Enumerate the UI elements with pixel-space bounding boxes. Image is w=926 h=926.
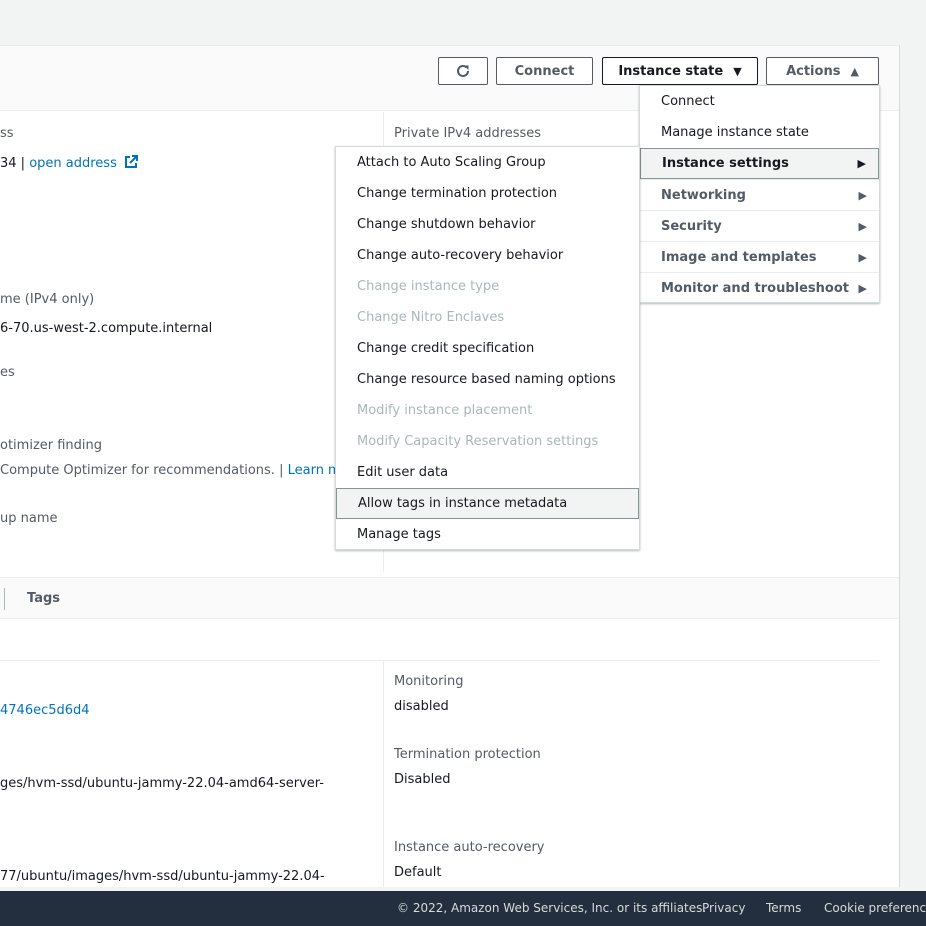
menu-item-monitor-and-troubleshoot[interactable]: Monitor and troubleshoot ▶ xyxy=(640,272,879,303)
refresh-button[interactable] xyxy=(438,57,488,85)
footer-cookie-preferences-link[interactable]: Cookie preferences xyxy=(824,901,926,915)
menu-item-manage-tags[interactable]: Manage tags xyxy=(336,519,639,550)
optimizer-text: Compute Optimizer for recommendations. | xyxy=(0,463,288,478)
menu-item-change-auto-recovery[interactable]: Change auto-recovery behavior xyxy=(336,240,639,271)
menu-item-label: Change Nitro Enclaves xyxy=(357,310,505,325)
optimizer-finding-value: Compute Optimizer for recommendations. |… xyxy=(0,463,349,478)
footer-privacy-link[interactable]: Privacy xyxy=(702,901,745,915)
menu-item-change-shutdown-behavior[interactable]: Change shutdown behavior xyxy=(336,209,639,240)
menu-item-label: Change auto-recovery behavior xyxy=(357,248,564,263)
public-ipv4-label: ss xyxy=(0,126,14,141)
open-address-link[interactable]: open address xyxy=(29,155,138,171)
auto-recovery-value: Default xyxy=(394,865,442,880)
ami-name-value: ges/hvm-ssd/ubuntu-jammy-22.04-amd64-ser… xyxy=(0,776,324,791)
menu-item-change-nitro-enclaves: Change Nitro Enclaves xyxy=(336,302,639,333)
ami-location-value: 77/ubuntu/images/hvm-ssd/ubuntu-jammy-22… xyxy=(0,869,325,884)
menu-item-manage-instance-state[interactable]: Manage instance state xyxy=(640,117,879,148)
private-dns-label: me (IPv4 only) xyxy=(0,292,95,307)
monitoring-value: disabled xyxy=(394,699,449,714)
refresh-icon xyxy=(457,64,469,77)
menu-item-edit-user-data[interactable]: Edit user data xyxy=(336,457,639,488)
menu-item-change-instance-type: Change instance type xyxy=(336,271,639,302)
menu-item-label: Manage tags xyxy=(357,527,441,542)
menu-item-label: Image and templates xyxy=(661,249,817,265)
menu-item-label: Change credit specification xyxy=(357,341,535,356)
group-name-label: up name xyxy=(0,511,58,526)
footer: © 2022, Amazon Web Services, Inc. or its… xyxy=(0,891,926,926)
auto-recovery-label: Instance auto-recovery xyxy=(394,840,545,855)
menu-item-image-and-templates[interactable]: Image and templates ▶ xyxy=(640,241,879,272)
submenu-arrow-icon: ▶ xyxy=(858,219,867,233)
elastic-ip-label: es xyxy=(0,365,15,380)
public-ipv4-text: 34 | xyxy=(0,156,30,171)
external-link-icon xyxy=(124,155,138,168)
termination-protection-label: Termination protection xyxy=(394,747,541,762)
menu-item-modify-capacity-reservation: Modify Capacity Reservation settings xyxy=(336,426,639,457)
menu-item-label: Manage instance state xyxy=(661,125,809,140)
submenu-arrow-icon: ▶ xyxy=(858,281,867,295)
connect-button[interactable]: Connect xyxy=(496,57,593,85)
submenu-arrow-icon: ▶ xyxy=(858,188,867,202)
menu-item-label: Change instance type xyxy=(357,279,500,294)
instance-state-button[interactable]: Instance state ▼ xyxy=(602,57,758,85)
menu-item-networking[interactable]: Networking ▶ xyxy=(640,179,879,210)
caret-up-icon: ▲ xyxy=(850,64,859,78)
menu-item-change-credit-specification[interactable]: Change credit specification xyxy=(336,333,639,364)
tab-separator xyxy=(4,588,5,610)
menu-item-modify-instance-placement: Modify instance placement xyxy=(336,395,639,426)
menu-item-attach-auto-scaling[interactable]: Attach to Auto Scaling Group xyxy=(336,147,639,178)
menu-item-label: Edit user data xyxy=(357,465,449,480)
tabs-row: Tags xyxy=(0,577,899,619)
connect-button-label: Connect xyxy=(514,63,575,79)
tab-tags[interactable]: Tags xyxy=(27,591,60,606)
menu-item-change-resource-naming[interactable]: Change resource based naming options xyxy=(336,364,639,395)
menu-item-label: Allow tags in instance metadata xyxy=(358,496,568,511)
menu-item-instance-settings[interactable]: Instance settings ▶ xyxy=(640,148,879,179)
menu-item-label: Change resource based naming options xyxy=(357,372,616,387)
private-dns-value: 6-70.us-west-2.compute.internal xyxy=(0,321,213,336)
private-ipv4-label: Private IPv4 addresses xyxy=(394,126,542,141)
public-ipv4-value: 34 | open address xyxy=(0,155,138,171)
menu-item-label: Networking xyxy=(661,187,746,203)
instance-state-label: Instance state xyxy=(618,63,724,79)
menu-item-label: Security xyxy=(661,218,722,234)
submenu-arrow-icon: ▶ xyxy=(858,250,867,264)
open-address-text: open address xyxy=(29,156,117,171)
optimizer-finding-label: otimizer finding xyxy=(0,438,103,453)
menu-item-label: Instance settings xyxy=(662,156,789,171)
ami-id-link[interactable]: 4746ec5d6d4 xyxy=(0,703,90,718)
menu-item-change-termination-protection[interactable]: Change termination protection xyxy=(336,178,639,209)
footer-copyright: © 2022, Amazon Web Services, Inc. or its… xyxy=(397,901,707,915)
menu-item-label: Modify instance placement xyxy=(357,403,533,418)
actions-label: Actions xyxy=(786,63,841,79)
actions-menu: Connect Manage instance state Instance s… xyxy=(639,85,880,303)
submenu-arrow-icon: ▶ xyxy=(857,157,866,170)
monitoring-label: Monitoring xyxy=(394,674,464,689)
menu-item-label: Attach to Auto Scaling Group xyxy=(357,155,546,170)
menu-item-label: Change shutdown behavior xyxy=(357,217,536,232)
section-divider xyxy=(0,660,879,661)
termination-protection-value: Disabled xyxy=(394,772,451,787)
menu-item-label: Monitor and troubleshoot xyxy=(661,280,849,296)
instance-settings-submenu: Attach to Auto Scaling Group Change term… xyxy=(335,146,640,550)
caret-down-icon: ▼ xyxy=(733,64,742,78)
menu-item-security[interactable]: Security ▶ xyxy=(640,210,879,241)
footer-terms-link[interactable]: Terms xyxy=(766,901,801,915)
menu-item-allow-tags-metadata[interactable]: Allow tags in instance metadata xyxy=(336,488,639,519)
menu-item-connect[interactable]: Connect xyxy=(640,86,879,117)
column-divider-lower xyxy=(383,661,384,887)
actions-button[interactable]: Actions ▲ xyxy=(766,57,879,85)
menu-item-label: Modify Capacity Reservation settings xyxy=(357,434,599,449)
menu-item-label: Change termination protection xyxy=(357,186,558,201)
menu-item-label: Connect xyxy=(661,94,715,109)
